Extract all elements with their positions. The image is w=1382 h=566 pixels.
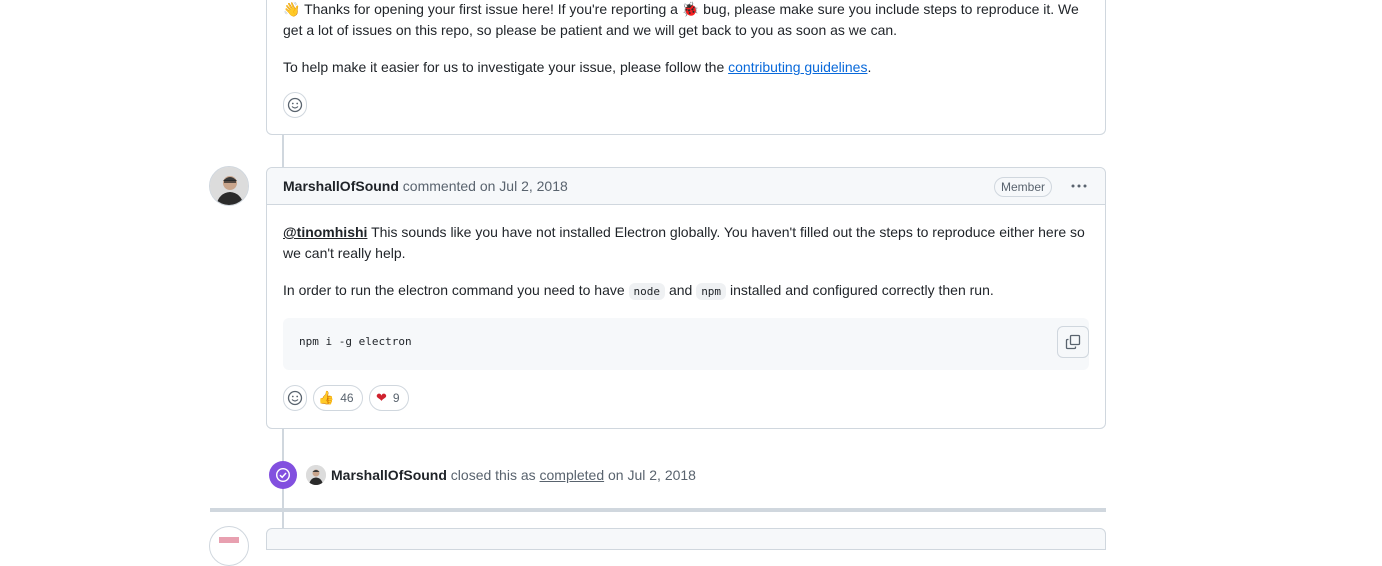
reaction-heart[interactable]: ❤ 9 — [369, 385, 409, 411]
add-reaction-button[interactable] — [283, 385, 307, 411]
timeline-line-top — [282, 135, 284, 167]
closed-event: MarshallOfSound closed this as completed… — [269, 461, 869, 489]
add-reaction-button[interactable] — [283, 92, 307, 118]
event-actor[interactable]: MarshallOfSound — [331, 467, 447, 483]
check-circle-icon — [275, 467, 291, 483]
completed-link[interactable]: completed — [540, 467, 605, 483]
timeline-divider — [210, 508, 1106, 512]
bot-text-2: bug, please make sure you include steps … — [703, 1, 1079, 17]
next-avatar[interactable] — [209, 526, 249, 566]
comment-line-2: we can't really help. — [283, 245, 406, 261]
bot-comment-line-3: To help make it easier for us to investi… — [283, 57, 1089, 78]
avatar-pattern — [219, 537, 239, 543]
copy-button[interactable] — [1057, 326, 1089, 358]
comment-meta[interactable]: commented on Jul 2, 2018 — [403, 178, 568, 194]
user-avatar-icon — [210, 167, 248, 205]
comment-text-1: This sounds like you have not installed … — [371, 224, 1085, 240]
bot-comment-line-1: 👋 Thanks for opening your first issue he… — [283, 0, 1089, 20]
event-text: closed this as — [450, 467, 536, 483]
reaction-count: 9 — [392, 391, 400, 405]
member-badge: Member — [994, 177, 1053, 197]
contributing-guidelines-link[interactable]: contributing guidelines — [728, 59, 867, 75]
bot-text-3: To help make it easier for us to investi… — [283, 59, 725, 75]
more-options-button[interactable] — [1067, 177, 1091, 195]
actor-avatar[interactable] — [306, 465, 326, 485]
bug-icon: 🐞 — [681, 1, 700, 17]
bot-comment-line-2: get a lot of issues on this repo, so ple… — [283, 22, 898, 38]
next-comment — [266, 528, 1106, 550]
code-block: npm i -g electron — [283, 318, 1089, 370]
reaction-thumbs-up[interactable]: 👍 46 — [313, 385, 363, 411]
smiley-icon — [287, 390, 303, 406]
comment: MarshallOfSound commented on Jul 2, 2018… — [266, 167, 1106, 429]
inline-code-npm: npm — [696, 283, 727, 300]
copy-icon — [1065, 334, 1081, 350]
comment-line-3: In order to run the electron command you… — [283, 280, 1089, 302]
comment-header: MarshallOfSound commented on Jul 2, 2018… — [267, 168, 1105, 205]
avatar[interactable] — [209, 166, 249, 206]
comment-text-3c: installed and configured correctly then … — [729, 282, 994, 298]
comment-text-3a: In order to run the electron command you… — [283, 282, 625, 298]
bot-text-1: Thanks for opening your first issue here… — [304, 1, 678, 17]
thumbs-up-icon: 👍 — [318, 390, 335, 405]
code-block-text[interactable]: npm i -g electron — [299, 335, 412, 348]
mention-link[interactable]: @tinomhishi — [283, 224, 367, 240]
reaction-count: 46 — [340, 391, 354, 405]
closed-badge — [269, 461, 297, 489]
inline-code-node: node — [628, 283, 666, 300]
user-avatar-icon — [306, 465, 326, 485]
comment-line-1: @tinomhishi This sounds like you have no… — [283, 222, 1089, 243]
event-date[interactable]: on Jul 2, 2018 — [608, 467, 696, 483]
heart-icon: ❤ — [376, 390, 387, 405]
comment-text-3b: and — [668, 282, 693, 298]
bot-text-period: . — [867, 59, 872, 75]
comment-author[interactable]: MarshallOfSound — [283, 178, 399, 194]
wave-icon: 👋 — [283, 1, 301, 17]
bot-comment: 👋 Thanks for opening your first issue he… — [266, 0, 1106, 135]
smiley-icon — [287, 97, 303, 113]
kebab-horizontal-icon — [1071, 184, 1087, 188]
